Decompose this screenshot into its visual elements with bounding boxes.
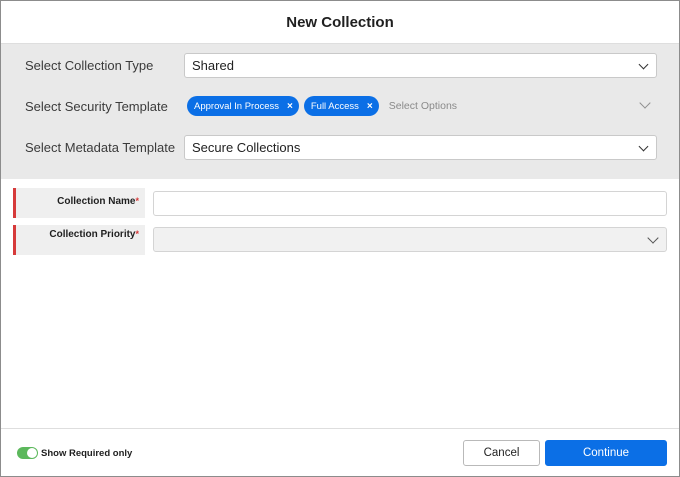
collection-name-row: Collection Name* — [13, 188, 667, 218]
chip-label: Full Access — [310, 100, 359, 112]
chevron-down-icon — [647, 232, 659, 244]
chip-label: Approval In Process — [194, 100, 280, 112]
collection-type-row: Select Collection Type Shared — [1, 50, 679, 80]
toggle-switch[interactable] — [17, 447, 38, 459]
cancel-button[interactable]: Cancel — [463, 440, 540, 466]
collection-priority-label: Collection Priority* — [49, 229, 139, 240]
chevron-down-icon — [638, 59, 649, 69]
collection-name-input[interactable] — [153, 191, 667, 216]
select-options-placeholder[interactable]: Select Options — [389, 100, 457, 112]
collection-type-select[interactable]: Shared — [184, 52, 657, 78]
collection-name-label: Collection Name* — [57, 196, 139, 207]
metadata-template-label: Select Metadata Template — [25, 139, 176, 155]
continue-button[interactable]: Continue — [545, 440, 667, 466]
dialog-footer: Show Required only Cancel Continue — [1, 428, 679, 476]
chevron-down-icon[interactable] — [639, 97, 651, 109]
template-config-panel: Select Collection Type Shared Select Sec… — [1, 44, 679, 179]
collection-type-value: Shared — [192, 57, 234, 73]
dialog-title: New Collection — [286, 13, 394, 31]
collection-priority-select[interactable] — [153, 227, 667, 252]
metadata-template-select[interactable]: Secure Collections — [184, 134, 657, 160]
collection-priority-row: Collection Priority* — [13, 225, 667, 255]
security-template-multiselect[interactable]: Approval In Process × Full Access × Sele… — [184, 92, 657, 120]
show-required-toggle[interactable]: Show Required only — [17, 447, 132, 459]
chevron-down-icon — [638, 141, 649, 151]
chip-full-access: Full Access × — [303, 96, 379, 116]
dialog-header: New Collection — [1, 1, 679, 44]
metadata-template-value: Secure Collections — [192, 139, 301, 155]
metadata-template-row: Select Metadata Template Secure Collecti… — [1, 132, 679, 162]
toggle-knob — [27, 448, 37, 458]
remove-chip-icon[interactable]: × — [287, 101, 293, 112]
collection-type-label: Select Collection Type — [25, 57, 154, 73]
security-template-label: Select Security Template — [25, 98, 168, 114]
required-asterisk: * — [135, 229, 139, 239]
toggle-label: Show Required only — [41, 447, 133, 459]
collection-priority-label-cell: Collection Priority* — [13, 225, 145, 255]
security-template-row: Select Security Template Approval In Pro… — [1, 91, 679, 121]
new-collection-dialog: New Collection Select Collection Type Sh… — [0, 0, 680, 477]
collection-name-label-cell: Collection Name* — [13, 188, 145, 218]
chip-approval-in-process: Approval In Process × — [187, 96, 299, 116]
required-asterisk: * — [135, 196, 139, 206]
remove-chip-icon[interactable]: × — [367, 101, 373, 112]
